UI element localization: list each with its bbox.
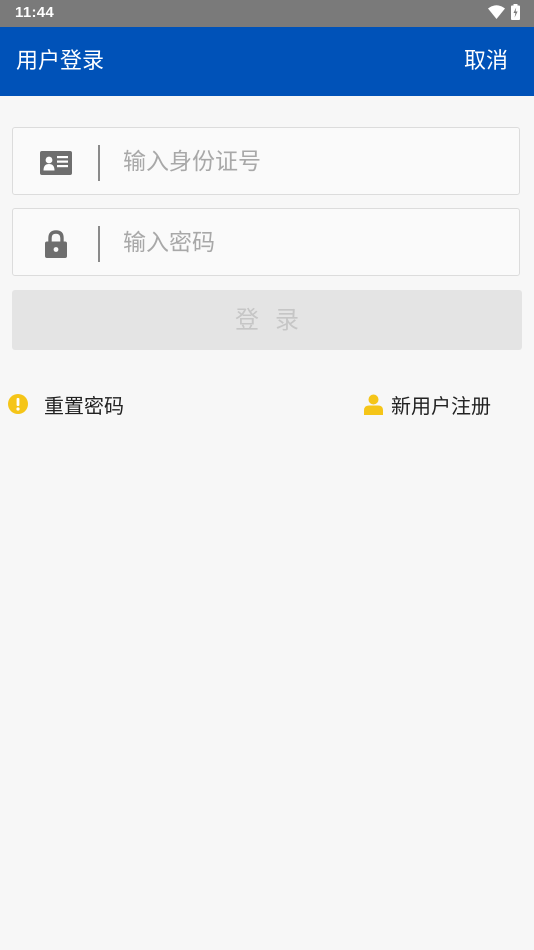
- reset-password-label: 重置密码: [44, 393, 124, 418]
- status-time: 11:44: [15, 4, 55, 21]
- warning-icon: [8, 394, 28, 414]
- register-label: 新用户注册: [391, 393, 491, 418]
- password-input[interactable]: [123, 225, 503, 261]
- id-number-field-container[interactable]: [12, 127, 520, 195]
- password-field-container[interactable]: [12, 208, 520, 276]
- input-divider: [98, 226, 100, 262]
- register-link[interactable]: 新用户注册: [364, 388, 491, 420]
- app-bar: 用户登录 取消: [0, 27, 534, 96]
- id-card-icon: [40, 150, 72, 176]
- cancel-button[interactable]: 取消: [464, 47, 508, 77]
- battery-charging-icon: [511, 3, 520, 24]
- user-icon: [364, 394, 383, 415]
- page-title: 用户登录: [16, 49, 105, 74]
- status-bar: 11:44: [0, 0, 534, 27]
- id-number-input[interactable]: [123, 144, 503, 180]
- input-divider: [98, 145, 100, 181]
- status-icons: [488, 3, 520, 24]
- lock-icon: [40, 230, 72, 258]
- reset-password-link[interactable]: 重置密码: [8, 388, 124, 420]
- login-button[interactable]: 登录: [12, 290, 522, 350]
- wifi-icon: [488, 4, 505, 23]
